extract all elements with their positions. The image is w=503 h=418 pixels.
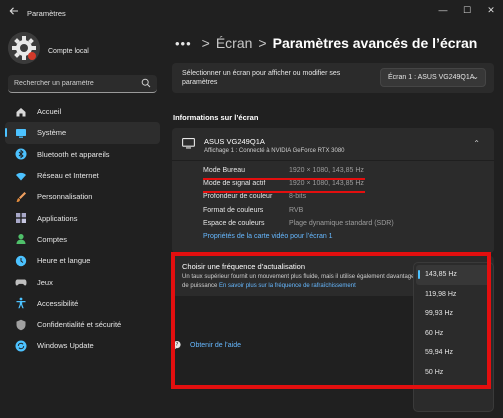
breadcrumb-separator: >	[201, 35, 210, 51]
search-input[interactable]	[14, 75, 139, 92]
sidebar-item-heure-langue[interactable]: Heure et langue	[5, 250, 160, 271]
sidebar-item-jeux[interactable]: Jeux	[5, 271, 160, 292]
sidebar-item-label: Bluetooth et appareils	[37, 149, 110, 159]
accessibility-icon	[16, 297, 26, 309]
wifi-icon	[16, 172, 26, 181]
sidebar-item-comptes[interactable]: Comptes	[5, 229, 160, 250]
monitor-icon	[182, 138, 195, 149]
update-icon	[15, 340, 27, 352]
chevron-up-icon[interactable]: ⌃	[473, 139, 480, 148]
sidebar-item-label: Heure et langue	[37, 256, 91, 266]
section-title: Informations sur l’écran	[173, 113, 259, 122]
sidebar-item-windows-update[interactable]: Windows Update	[5, 335, 160, 356]
close-button[interactable]: ✕	[479, 0, 503, 20]
sidebar-item-label: Confidentialité et sécurité	[37, 320, 122, 330]
search-icon[interactable]	[141, 78, 151, 88]
system-icon	[16, 128, 26, 138]
bluetooth-icon	[15, 148, 27, 160]
sidebar-item-accueil[interactable]: Accueil	[5, 101, 160, 122]
sidebar-item-applications[interactable]: Applications	[5, 207, 160, 228]
sidebar-item-label: Personnalisation	[37, 192, 93, 202]
sidebar-item-label: Réseau et Internet	[37, 171, 99, 181]
display-dropdown[interactable]: Écran 1 : ASUS VG249Q1A ⌄	[380, 68, 486, 87]
sidebar-item-reseau[interactable]: Réseau et Internet	[5, 165, 160, 186]
sidebar-item-confidentialite[interactable]: Confidentialité et sécurité	[5, 314, 160, 335]
window-controls: — ☐ ✕	[431, 0, 503, 20]
avatar[interactable]	[8, 32, 40, 64]
sidebar-item-label: Accessibilité	[37, 298, 79, 308]
arrow-left-icon	[9, 7, 18, 15]
account-name: Compte local	[48, 48, 89, 55]
home-icon	[16, 107, 26, 117]
info-key: Espace de couleurs	[203, 219, 265, 227]
title-bar: Paramètres — ☐ ✕	[0, 0, 503, 28]
app-title: Paramètres	[27, 9, 66, 18]
info-key: Format de couleurs	[203, 206, 264, 214]
info-row: Propriétés de la carte vidéo pour l’écra…	[203, 233, 488, 246]
annotation-underline-signal-mode	[203, 191, 365, 193]
settings-window: Paramètres — ☐ ✕ Compte local Rechercher…	[0, 0, 503, 418]
annotation-underline-desktop-mode	[203, 178, 365, 180]
sidebar-item-label: Windows Update	[37, 341, 94, 351]
sidebar: Compte local Accueil Système Bluetooth e…	[0, 28, 165, 418]
display-select-card: Sélectionner un écran pour afficher ou m…	[172, 63, 494, 93]
info-row: Format de couleurs RVB	[203, 207, 488, 220]
info-key: Profondeur de couleur	[203, 193, 273, 201]
sidebar-item-label: Jeux	[37, 277, 53, 287]
info-value: RVB	[289, 206, 304, 214]
sidebar-item-label: Accueil	[37, 107, 62, 117]
sidebar-item-personnalisation[interactable]: Personnalisation	[5, 186, 160, 207]
sidebar-nav: Accueil Système Bluetooth et appareils R…	[0, 101, 165, 357]
person-icon	[16, 234, 26, 245]
apps-icon	[16, 213, 26, 224]
maximize-button[interactable]: ☐	[455, 0, 479, 20]
monitor-name: ASUS VG249Q1A	[204, 137, 265, 146]
page-title: Paramètres avancés de l’écran	[272, 35, 478, 51]
search-box[interactable]	[8, 75, 157, 93]
adapter-properties-link[interactable]: Propriétés de la carte vidéo pour l’écra…	[203, 233, 333, 246]
info-value: Plage dynamique standard (SDR)	[289, 219, 394, 227]
monitor-connection: Affichage 1 : Connecté à NVIDIA GeForce …	[204, 148, 345, 154]
minimize-button[interactable]: —	[431, 0, 455, 20]
back-button[interactable]	[7, 6, 21, 20]
sidebar-item-systeme[interactable]: Système	[5, 122, 160, 144]
breadcrumb-separator: >	[258, 35, 267, 51]
gear-avatar-icon	[8, 32, 40, 64]
sidebar-item-label: Applications	[37, 213, 78, 223]
sidebar-item-bluetooth[interactable]: Bluetooth et appareils	[5, 144, 160, 165]
display-info-header[interactable]: ASUS VG249Q1A Affichage 1 : Connecté à N…	[172, 128, 494, 161]
globe-clock-icon	[15, 255, 27, 266]
brush-icon	[16, 191, 26, 202]
sidebar-item-label: Comptes	[37, 234, 68, 244]
sidebar-item-accessibilite[interactable]: Accessibilité	[5, 293, 160, 314]
info-row: Espace de couleurs Plage dynamique stand…	[203, 220, 488, 233]
display-dropdown-value: Écran 1 : ASUS VG249Q1A	[388, 74, 475, 81]
breadcrumb-item-ecran[interactable]: Écran	[216, 35, 253, 51]
display-select-label: Sélectionner un écran pour afficher ou m…	[182, 70, 341, 86]
annotation-highlight-box	[171, 252, 491, 389]
breadcrumb: ••• > Écran > Paramètres avancés de l’éc…	[175, 31, 477, 55]
gamepad-icon	[15, 279, 27, 286]
info-value: 8-bits	[289, 193, 307, 201]
breadcrumb-overflow-button[interactable]: •••	[175, 36, 192, 51]
info-row: Profondeur de couleur 8-bits	[203, 193, 488, 206]
shield-icon	[16, 319, 26, 330]
sidebar-item-label: Système	[37, 128, 67, 138]
chevron-down-icon: ⌄	[472, 72, 479, 81]
